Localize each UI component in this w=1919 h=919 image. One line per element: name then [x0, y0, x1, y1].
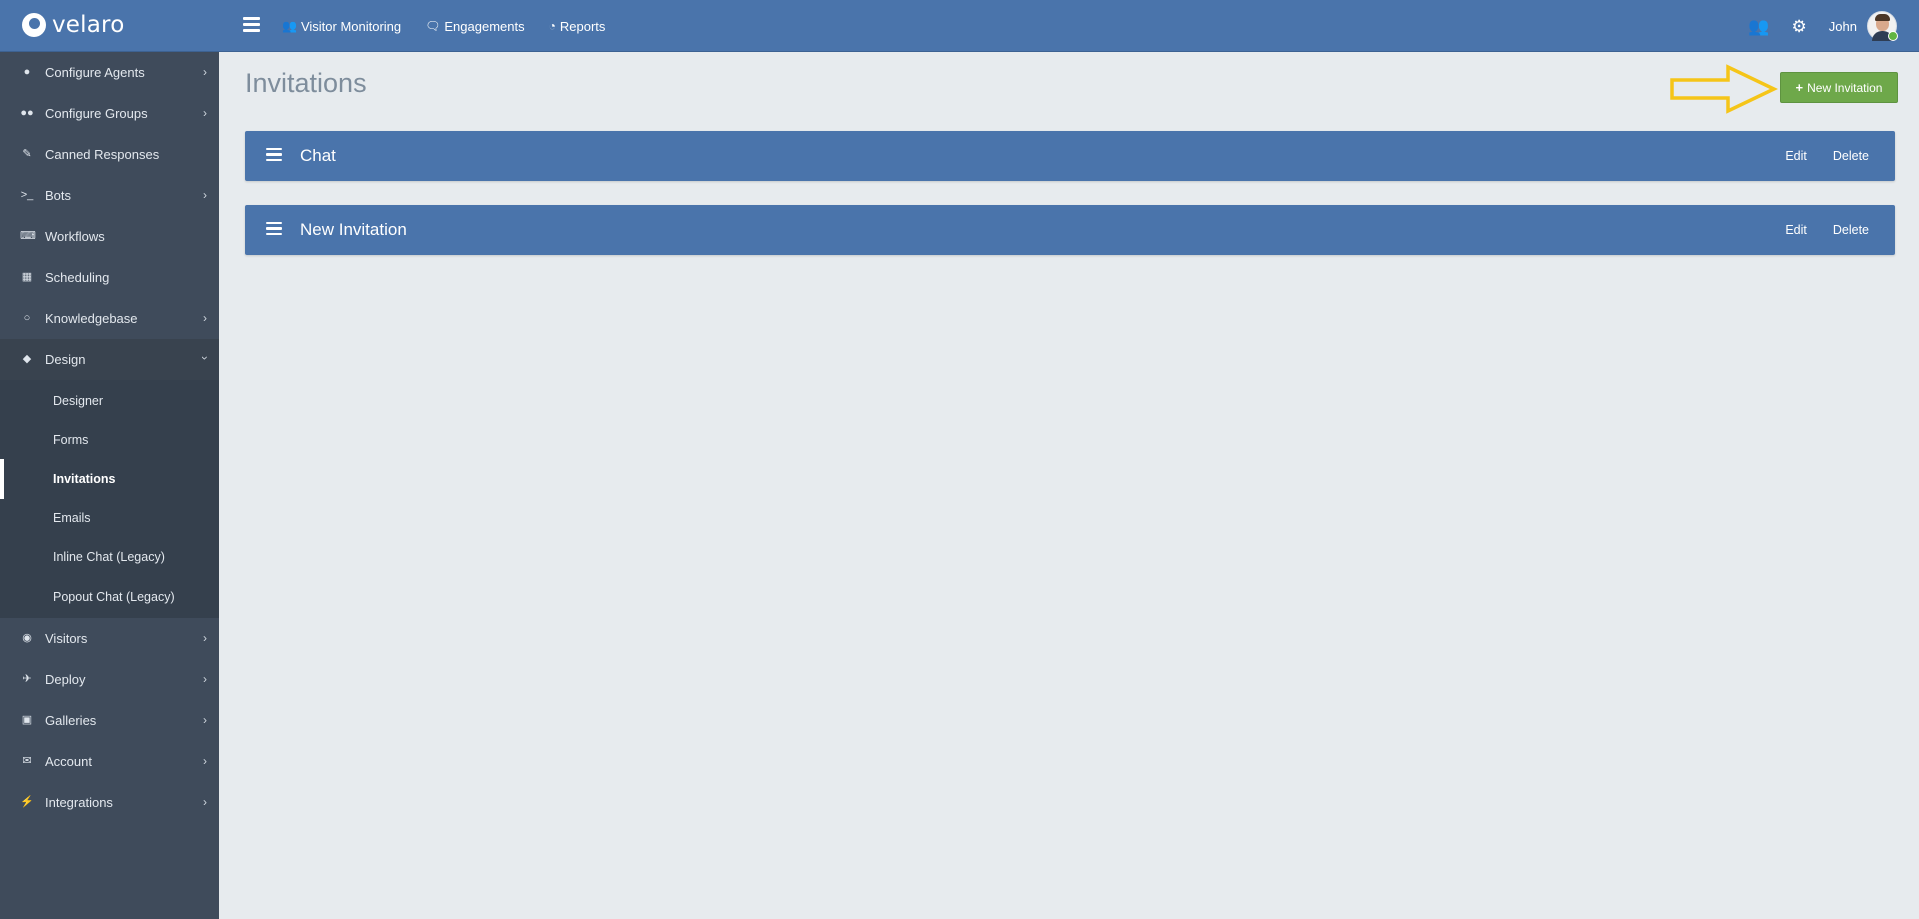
sidebar-item-label: Bots	[45, 188, 72, 203]
invitation-row: Chat Edit Delete	[245, 131, 1895, 181]
edit-button[interactable]: Edit	[1785, 223, 1807, 237]
chevron-right-icon: ›	[203, 106, 207, 120]
pie-chart-icon: ◔	[548, 19, 556, 33]
chevron-right-icon: ›	[203, 631, 207, 646]
drag-handle-icon[interactable]	[266, 221, 282, 239]
plug-icon: ⚡	[20, 796, 34, 809]
callout-arrow-icon	[1670, 64, 1778, 114]
nav-reports[interactable]: ◔ Reports	[549, 19, 606, 34]
lightbulb-icon: ○	[23, 312, 31, 324]
chevron-right-icon: ›	[203, 713, 207, 728]
sidebar-item-label: Workflows	[45, 229, 105, 244]
envelope-icon: ✉	[22, 755, 32, 768]
sidebar: ● Configure Agents › ●● Configure Groups…	[0, 52, 219, 919]
sidebar-item-label: Visitors	[45, 631, 88, 647]
users-icon: ●●	[20, 107, 34, 119]
chat-bubble-icon: 🗨	[425, 19, 441, 33]
velaro-logo[interactable]: velaro	[22, 10, 124, 40]
sidebar-item-design[interactable]: ◆ Design ›	[0, 339, 219, 380]
sidebar-item-label: Scheduling	[45, 270, 110, 285]
sidebar-item-visitors[interactable]: ◉ Visitors ›	[0, 618, 219, 659]
sidebar-item-label: Deploy	[45, 672, 86, 688]
new-invitation-button[interactable]: + New Invitation	[1780, 72, 1898, 103]
sidebar-item-label: Configure Agents	[45, 65, 145, 80]
design-submenu: Designer Forms Invitations Emails Inline…	[0, 380, 219, 619]
chevron-right-icon: ›	[203, 795, 207, 810]
image-icon: ▣	[21, 714, 33, 727]
chevron-down-icon: ›	[198, 356, 212, 360]
new-invitation-button-label: New Invitation	[1807, 80, 1883, 95]
logo-text: velaro	[52, 12, 125, 38]
invitation-name: Chat	[300, 146, 336, 165]
page-title: Invitations	[245, 68, 367, 98]
delete-button[interactable]: Delete	[1833, 223, 1869, 237]
edit-icon: ✎	[22, 148, 32, 160]
drag-handle-icon[interactable]	[266, 147, 282, 165]
invitation-row: New Invitation Edit Delete	[245, 205, 1895, 255]
top-bar: velaro 👥 Visitor Monitoring 🗨 Engagement…	[0, 0, 1919, 52]
sidebar-subitem-designer[interactable]: Designer	[0, 381, 219, 420]
chevron-right-icon: ›	[203, 672, 207, 687]
sidebar-item-label: Account	[45, 754, 92, 770]
nav-label: Engagements	[444, 18, 525, 34]
top-nav: 👥 Visitor Monitoring 🗨 Engagements ◔ Rep…	[282, 0, 605, 52]
users-icon: 👥	[282, 19, 297, 33]
invitation-name: New Invitation	[300, 220, 407, 239]
sidebar-subitem-forms[interactable]: Forms	[0, 420, 219, 459]
nav-label: Reports	[559, 18, 606, 34]
plane-icon: ✈	[22, 673, 32, 686]
terminal-icon: >_	[20, 189, 34, 201]
velaro-logo-icon	[22, 13, 46, 37]
edit-button[interactable]: Edit	[1785, 149, 1807, 163]
online-status-indicator	[1888, 31, 1898, 41]
keyboard-icon: ⌨	[20, 230, 36, 242]
sidebar-item-label: Configure Groups	[45, 106, 148, 121]
nav-engagements[interactable]: 🗨 Engagements	[425, 19, 524, 34]
sidebar-item-integrations[interactable]: ⚡ Integrations ›	[0, 782, 219, 823]
nav-visitor-monitoring[interactable]: 👥 Visitor Monitoring	[282, 19, 401, 34]
sidebar-item-label: Design	[45, 352, 86, 367]
sidebar-item-label: Galleries	[45, 713, 97, 729]
users-icon[interactable]: 👥	[1748, 18, 1769, 35]
sidebar-item-label: Integrations	[45, 795, 113, 811]
chevron-right-icon: ›	[203, 65, 207, 79]
sidebar-item-label: Canned Responses	[45, 147, 160, 162]
user-name[interactable]: John	[1829, 19, 1857, 34]
sidebar-subitem-popout-chat[interactable]: Popout Chat (Legacy)	[0, 577, 219, 616]
sidebar-subitem-inline-chat[interactable]: Inline Chat (Legacy)	[0, 538, 219, 577]
chevron-right-icon: ›	[203, 311, 207, 325]
chevron-right-icon: ›	[203, 754, 207, 769]
sidebar-item-bots[interactable]: >_ Bots ›	[0, 175, 219, 216]
diamond-icon: ◆	[22, 353, 32, 365]
chevron-right-icon: ›	[203, 188, 207, 202]
sidebar-subitem-invitations[interactable]: Invitations	[0, 459, 219, 499]
sidebar-item-scheduling[interactable]: ▦ Scheduling	[0, 257, 219, 298]
delete-button[interactable]: Delete	[1833, 149, 1869, 163]
sidebar-item-account[interactable]: ✉ Account ›	[0, 741, 219, 782]
gear-icon[interactable]: ⚙	[1792, 18, 1807, 35]
menu-toggle-icon[interactable]	[243, 17, 260, 32]
top-right-controls: 👥 ⚙ John	[1748, 0, 1898, 52]
sidebar-item-configure-groups[interactable]: ●● Configure Groups ›	[0, 93, 219, 134]
plus-icon: +	[1795, 80, 1804, 95]
sidebar-item-knowledgebase[interactable]: ○ Knowledgebase ›	[0, 298, 219, 339]
eye-icon: ◉	[22, 632, 32, 645]
avatar[interactable]	[1867, 11, 1898, 41]
sidebar-item-label: Knowledgebase	[45, 311, 138, 326]
sidebar-item-workflows[interactable]: ⌨ Workflows	[0, 216, 219, 257]
sidebar-item-configure-agents[interactable]: ● Configure Agents ›	[0, 52, 219, 93]
sidebar-subitem-emails[interactable]: Emails	[0, 499, 219, 538]
user-icon: ●	[23, 66, 31, 78]
calendar-icon: ▦	[21, 271, 33, 283]
sidebar-item-galleries[interactable]: ▣ Galleries ›	[0, 700, 219, 741]
sidebar-item-canned-responses[interactable]: ✎ Canned Responses	[0, 134, 219, 175]
nav-label: Visitor Monitoring	[300, 18, 402, 34]
sidebar-item-deploy[interactable]: ✈ Deploy ›	[0, 659, 219, 700]
